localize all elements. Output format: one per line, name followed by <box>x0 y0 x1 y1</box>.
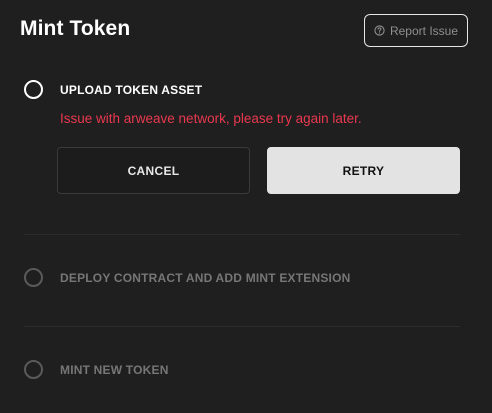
step-divider <box>24 234 460 235</box>
help-circle-icon <box>374 25 385 36</box>
step-divider <box>24 326 460 327</box>
step-radio-icon <box>24 360 43 379</box>
step-mint-new-token: MINT NEW TOKEN <box>24 360 169 379</box>
report-issue-button[interactable]: Report Issue <box>364 14 468 47</box>
step-label: UPLOAD TOKEN ASSET <box>60 82 203 97</box>
mint-token-modal: Mint Token Report Issue UPLOAD TOKEN ASS… <box>0 0 492 413</box>
step-radio-icon <box>24 80 43 99</box>
error-message: Issue with arweave network, please try a… <box>60 111 362 126</box>
step-radio-icon <box>24 268 43 287</box>
step-deploy-contract: DEPLOY CONTRACT AND ADD MINT EXTENSION <box>24 268 351 287</box>
cancel-button[interactable]: CANCEL <box>57 147 250 194</box>
report-issue-label: Report Issue <box>389 23 459 38</box>
modal-title: Mint Token <box>20 17 131 40</box>
step-label: MINT NEW TOKEN <box>60 362 169 377</box>
step-label: DEPLOY CONTRACT AND ADD MINT EXTENSION <box>60 270 351 285</box>
step-upload-token-asset: UPLOAD TOKEN ASSET <box>24 80 202 99</box>
retry-button[interactable]: RETRY <box>267 147 460 194</box>
